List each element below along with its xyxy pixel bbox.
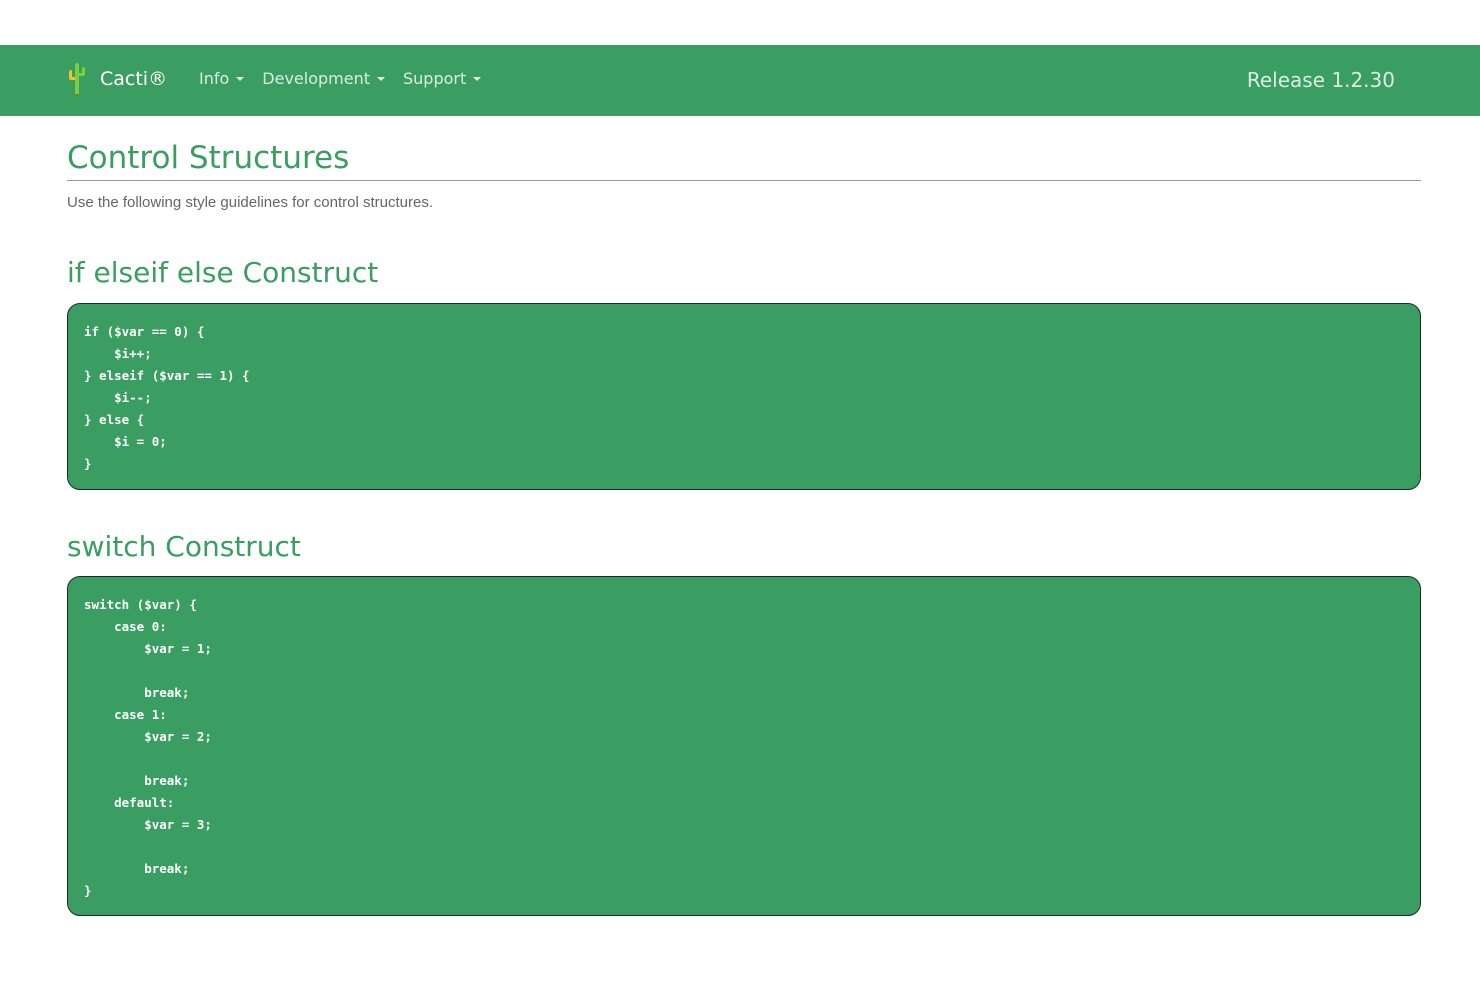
brand-link[interactable]: Cacti® <box>66 62 167 96</box>
top-navbar: Cacti® Info Development Support Release … <box>0 45 1480 116</box>
caret-down-icon <box>377 76 385 81</box>
caret-down-icon <box>473 76 482 81</box>
page-intro: Use the following style guidelines for c… <box>67 194 434 211</box>
release-version: Release 1.2.30 <box>1246 68 1395 92</box>
nav-support-label[interactable]: Support <box>403 69 466 88</box>
code-block-if-else: if ($var == 0) { $i++; } elseif ($var ==… <box>67 303 1421 490</box>
caret-down-icon <box>236 76 245 81</box>
code-block-switch: switch ($var) { case 0: $var = 1; break;… <box>67 576 1421 916</box>
cactus-icon <box>66 62 88 96</box>
nav-development-label[interactable]: Development <box>262 69 370 88</box>
nav-menu: Info Development Support <box>199 69 499 88</box>
main-content: Control Structures Use the following sty… <box>67 140 1421 916</box>
section-title-switch: switch Construct <box>67 530 301 563</box>
nav-support-dropdown[interactable]: Support <box>403 69 482 88</box>
brand-name[interactable]: Cacti® <box>100 68 167 90</box>
nav-info-label[interactable]: Info <box>199 69 229 88</box>
nav-info-dropdown[interactable]: Info <box>199 69 245 88</box>
page-title: Control Structures <box>67 140 1421 181</box>
nav-development-dropdown[interactable]: Development <box>262 69 385 88</box>
section-title-if-else: if elseif else Construct <box>67 256 379 289</box>
